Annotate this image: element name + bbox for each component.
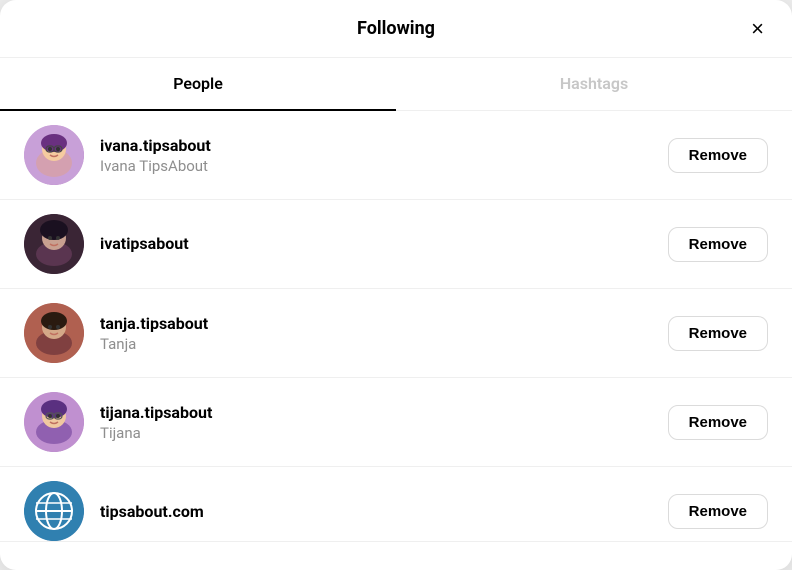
tab-people[interactable]: People bbox=[0, 58, 396, 111]
list-item: tipsabout.com Remove bbox=[0, 467, 792, 542]
modal-header: Following × bbox=[0, 0, 792, 58]
list-item: ivatipsabout Remove bbox=[0, 200, 792, 289]
remove-button[interactable]: Remove bbox=[668, 227, 768, 262]
username: ivatipsabout bbox=[100, 234, 668, 253]
user-info: tipsabout.com bbox=[100, 502, 668, 521]
avatar bbox=[24, 303, 84, 363]
user-info: tijana.tipsabout Tijana bbox=[100, 403, 668, 442]
avatar bbox=[24, 125, 84, 185]
remove-button[interactable]: Remove bbox=[668, 405, 768, 440]
avatar bbox=[24, 392, 84, 452]
remove-button[interactable]: Remove bbox=[668, 494, 768, 529]
following-modal: Following × People Hashtags bbox=[0, 0, 792, 570]
avatar bbox=[24, 214, 84, 274]
username: tipsabout.com bbox=[100, 502, 668, 521]
modal-title: Following bbox=[357, 18, 435, 39]
tabs-container: People Hashtags bbox=[0, 58, 792, 111]
list-item: tijana.tipsabout Tijana Remove bbox=[0, 378, 792, 467]
display-name: Ivana TipsAbout bbox=[100, 157, 668, 175]
tab-hashtags[interactable]: Hashtags bbox=[396, 58, 792, 111]
close-button[interactable]: × bbox=[747, 14, 768, 44]
username: tijana.tipsabout bbox=[100, 403, 668, 422]
user-info: ivatipsabout bbox=[100, 234, 668, 255]
user-info: tanja.tipsabout Tanja bbox=[100, 314, 668, 353]
user-info: ivana.tipsabout Ivana TipsAbout bbox=[100, 136, 668, 175]
list-item: tanja.tipsabout Tanja Remove bbox=[0, 289, 792, 378]
display-name: Tanja bbox=[100, 335, 668, 353]
list-item: ivana.tipsabout Ivana TipsAbout Remove bbox=[0, 111, 792, 200]
remove-button[interactable]: Remove bbox=[668, 138, 768, 173]
user-list[interactable]: ivana.tipsabout Ivana TipsAbout Remove bbox=[0, 111, 792, 570]
remove-button[interactable]: Remove bbox=[668, 316, 768, 351]
username: ivana.tipsabout bbox=[100, 136, 668, 155]
avatar bbox=[24, 481, 84, 541]
display-name: Tijana bbox=[100, 424, 668, 442]
username: tanja.tipsabout bbox=[100, 314, 668, 333]
